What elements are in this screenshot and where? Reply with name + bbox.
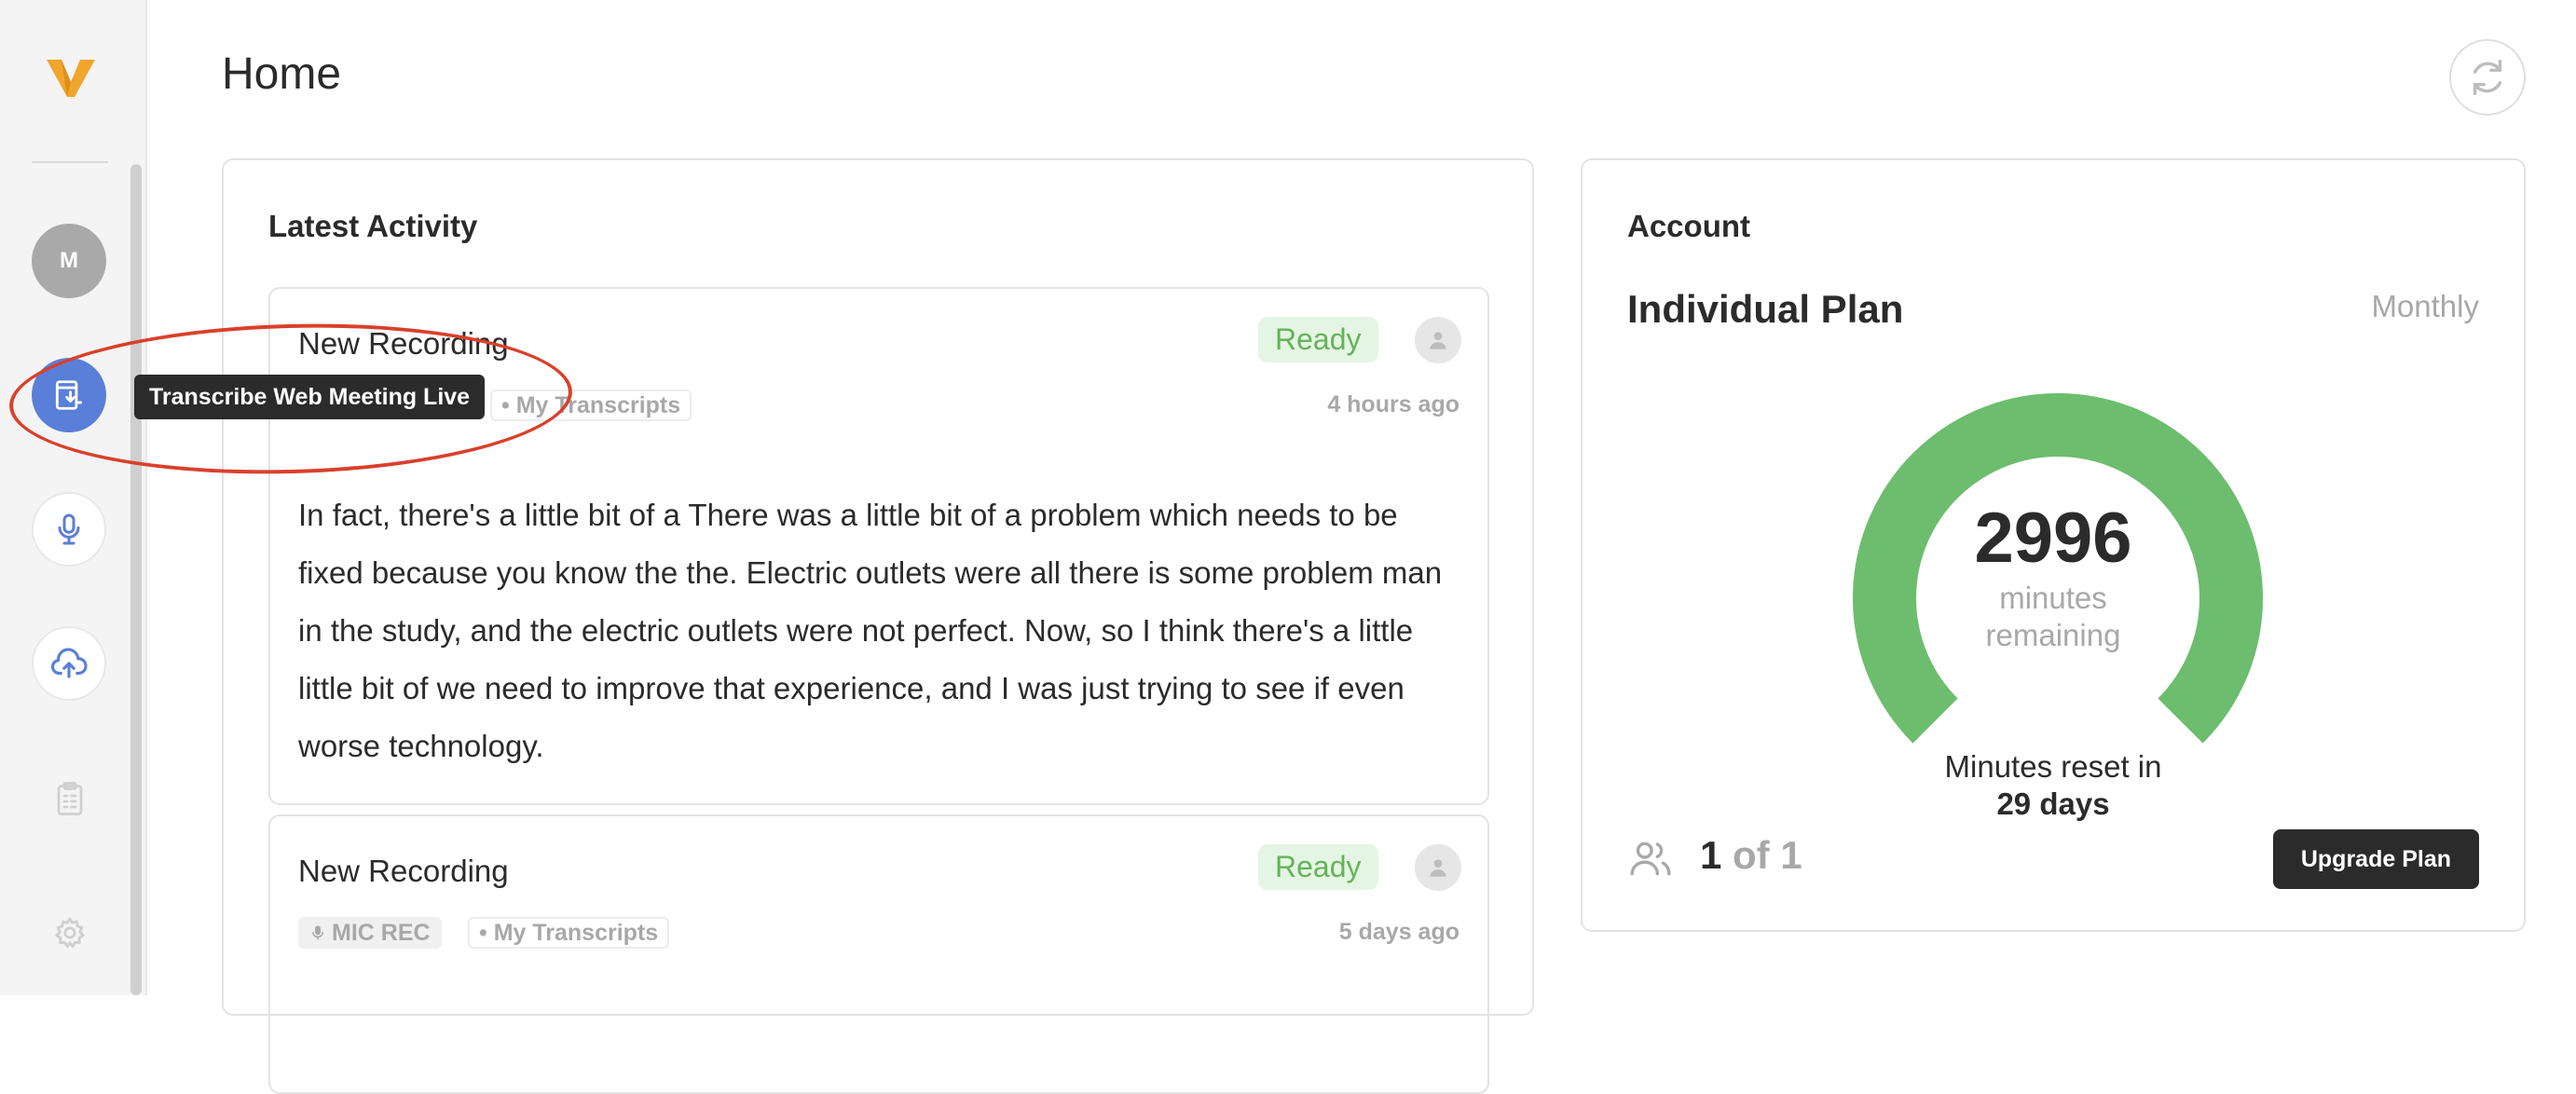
source-label: MIC REC xyxy=(332,919,431,946)
microphone-icon xyxy=(58,513,80,545)
status-badge: Ready xyxy=(1258,844,1378,890)
refresh-icon xyxy=(2473,60,2502,95)
reset-days: 29 days xyxy=(1996,786,2110,821)
account-card: Account Individual Plan Monthly 2996 min… xyxy=(1581,158,2526,932)
settings-button[interactable] xyxy=(50,913,89,952)
reset-text: Minutes reset in xyxy=(1944,749,2162,784)
status-badge: Ready xyxy=(1258,317,1378,362)
minutes-label: minutes xyxy=(1999,581,2107,615)
minutes-remaining-value: 2996 xyxy=(1974,499,2132,578)
upload-button[interactable] xyxy=(32,626,106,701)
user-avatar[interactable]: M xyxy=(32,224,106,298)
upgrade-plan-button[interactable]: Upgrade Plan xyxy=(2272,829,2479,889)
seats-total: of 1 xyxy=(1733,833,1802,877)
tasks-button[interactable] xyxy=(50,779,89,818)
recording-card[interactable]: New Recording Ready MIC REC • My Transcr… xyxy=(268,814,1489,1094)
seats-used: 1 xyxy=(1700,833,1722,877)
user-icon xyxy=(1430,332,1446,349)
user-icon xyxy=(1430,859,1446,877)
recording-title[interactable]: New Recording xyxy=(298,326,509,362)
owner-avatar[interactable] xyxy=(1415,317,1461,363)
plan-period: Monthly xyxy=(2371,289,2479,323)
remaining-label: remaining xyxy=(1985,618,2121,652)
latest-activity-card: Latest Activity New Recording Ready • My… xyxy=(222,158,1534,1094)
transcript-preview: In fact, there's a little bit of a There… xyxy=(298,498,1443,763)
recording-time: 5 days ago xyxy=(1338,919,1459,945)
clipboard-icon xyxy=(57,782,83,815)
folder-chip[interactable]: • My Transcripts xyxy=(468,917,670,949)
account-title: Account xyxy=(1627,209,1750,243)
refresh-button[interactable] xyxy=(2449,39,2526,116)
page-title: Home xyxy=(222,49,342,99)
transcribe-web-meeting-button[interactable] xyxy=(32,358,106,432)
web-meeting-icon xyxy=(55,380,83,410)
seats-count: 1 of 1 xyxy=(1700,833,1802,878)
latest-activity-title: Latest Activity xyxy=(268,209,478,243)
source-chip[interactable]: MIC REC xyxy=(298,917,442,949)
recording-card[interactable]: New Recording Ready • My Transcripts 4 h… xyxy=(268,287,1489,805)
plan-name: Individual Plan xyxy=(1627,287,1904,331)
folder-chip[interactable]: • My Transcripts xyxy=(490,390,692,421)
cloud-upload-icon xyxy=(50,648,88,678)
avatar-initial: M xyxy=(60,248,78,273)
owner-avatar[interactable] xyxy=(1415,844,1461,891)
sidebar-scrollbar[interactable] xyxy=(130,164,142,995)
gear-icon xyxy=(55,917,85,948)
app-logo[interactable] xyxy=(43,54,99,101)
recording-title[interactable]: New Recording xyxy=(298,854,509,889)
sidebar-divider xyxy=(32,161,108,163)
recording-time: 4 hours ago xyxy=(1327,391,1459,417)
microphone-icon xyxy=(312,925,323,940)
users-icon xyxy=(1630,841,1671,876)
sidebar: M xyxy=(0,0,147,995)
tooltip: Transcribe Web Meeting Live xyxy=(134,375,486,419)
record-microphone-button[interactable] xyxy=(32,492,106,567)
